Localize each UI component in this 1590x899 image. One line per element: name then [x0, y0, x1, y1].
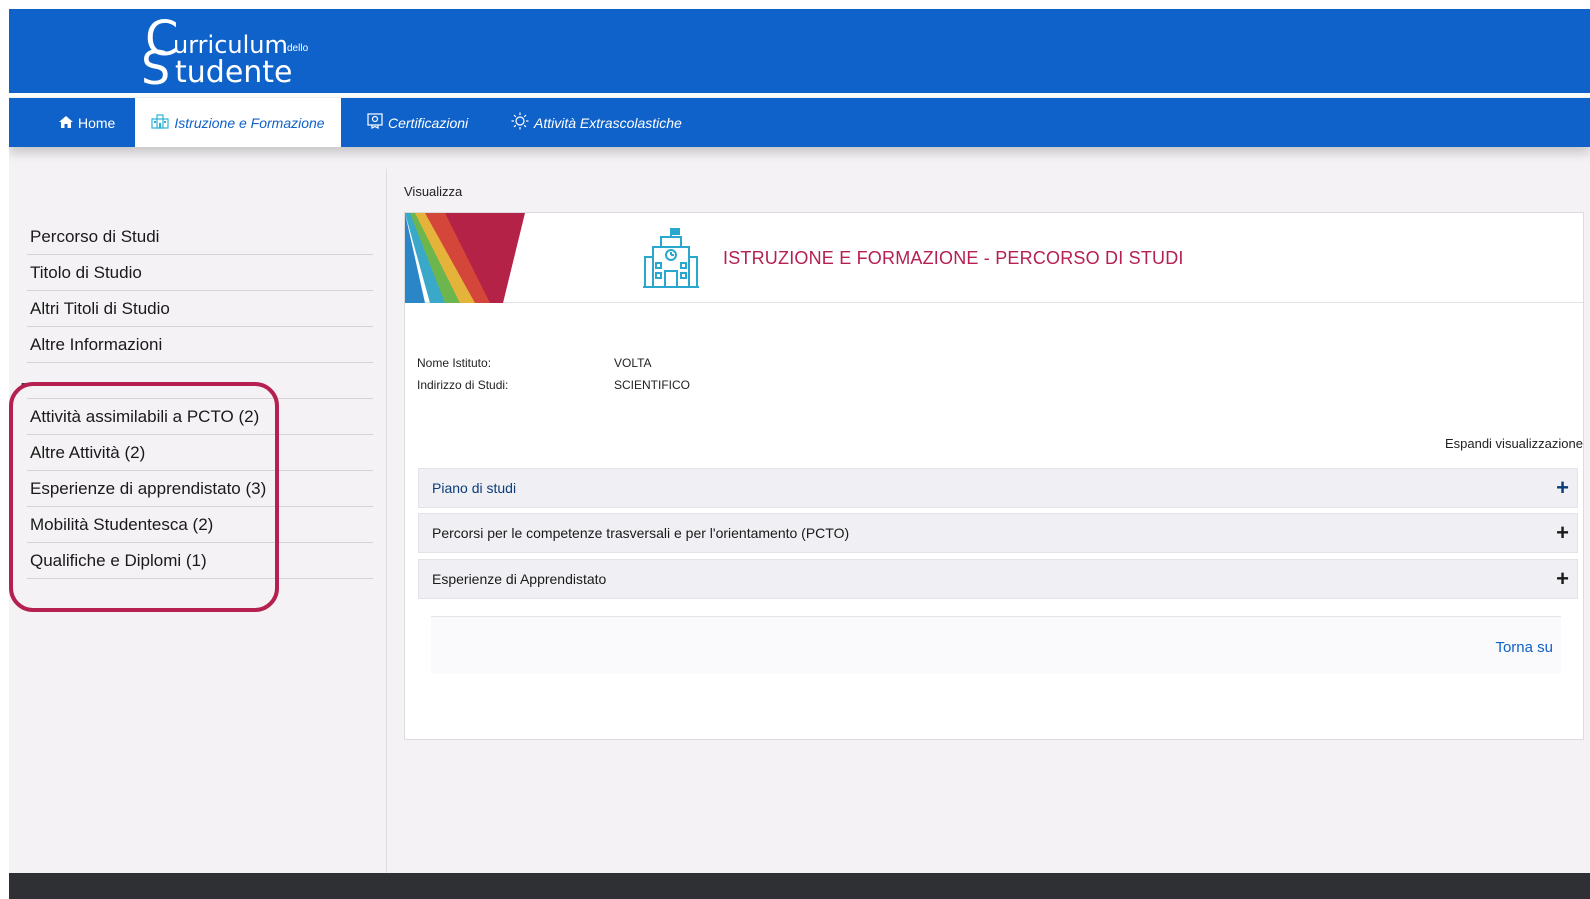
plus-icon[interactable]: +	[1556, 568, 1569, 590]
sidebar-item-altre-attivita[interactable]: Altre Attività (2)	[27, 435, 373, 471]
logo-text-dello: dello	[287, 43, 309, 54]
page-footer	[9, 873, 1590, 899]
main-nav: Home Istruzione e Formazione Certificazi…	[9, 98, 1590, 147]
sidebar-item-percorso-di-studi[interactable]: Percorso di Studi	[27, 219, 373, 255]
sidebar-item-label: Esperienze di apprendistato (3)	[30, 478, 267, 498]
nav-label-certificazioni: Certificazioni	[388, 114, 469, 131]
sidebar-item-label: Altre Informazioni	[30, 334, 163, 354]
sidebar-item-label: Titolo di Studio	[30, 262, 142, 282]
home-icon	[59, 115, 73, 131]
sidebar-item-esperienze-apprendistato[interactable]: Esperienze di apprendistato (3)	[27, 471, 373, 507]
header-divider	[9, 93, 1590, 97]
info-value-nome-istituto: VOLTA	[614, 356, 652, 370]
nav-item-attivita-extrascolastiche[interactable]: Attività Extrascolastiche	[511, 98, 682, 147]
back-to-top-link[interactable]: Torna su	[1495, 639, 1553, 656]
content-panel: ISTRUZIONE E FORMAZIONE - PERCORSO DI ST…	[404, 212, 1584, 740]
nav-label-istruzione-formazione: Istruzione e Formazione	[174, 114, 325, 131]
gear-sun-icon	[511, 112, 529, 133]
sidebar-item-label: Mobilità Studentesca (2)	[30, 514, 214, 534]
sidebar-item-titolo-di-studio[interactable]: Titolo di Studio	[27, 255, 373, 291]
logo-letter-s: S	[141, 41, 171, 95]
sidebar-item-label: Altri Titoli di Studio	[30, 298, 170, 318]
nav-label-home: Home	[78, 114, 116, 131]
accordion-label: Esperienze di Apprendistato	[432, 571, 607, 587]
sidebar-item-label: Percorso di Studi	[30, 226, 160, 246]
sidebar-item-qualifiche-diplomi[interactable]: Qualifiche e Diplomi (1)	[27, 543, 373, 579]
sidebar-item-label: Attività assimilabili a PCTO (2)	[30, 406, 260, 426]
banner-decorative-graphic	[405, 213, 525, 303]
sidebar-item-attivita-pcto[interactable]: Attività assimilabili a PCTO (2)	[27, 399, 373, 435]
sidebar: Percorso di Studi Titolo di Studio Altri…	[9, 169, 387, 874]
logo-text-tudente: tudente	[175, 55, 293, 90]
app-frame: C urriculum dello S tudente Home Istruzi…	[9, 9, 1590, 899]
expand-view-link[interactable]: Espandi visualizzazione	[1445, 436, 1583, 451]
sidebar-item-altri-titoli-di-studio[interactable]: Altri Titoli di Studio	[27, 291, 373, 327]
section-banner: ISTRUZIONE E FORMAZIONE - PERCORSO DI ST…	[405, 213, 1583, 303]
accordion-pcto[interactable]: Percorsi per le competenze trasversali e…	[418, 513, 1578, 553]
sidebar-item-mobilita-studentesca[interactable]: Mobilità Studentesca (2)	[27, 507, 373, 543]
nav-label-attivita-extrascolastiche: Attività Extrascolastiche	[534, 114, 682, 131]
sidebar-item-label: Altre Attività (2)	[30, 442, 146, 462]
top-header: C urriculum dello S tudente	[9, 9, 1590, 93]
back-to-top-row: Torna su	[431, 616, 1561, 674]
accordion-esperienze-apprendistato[interactable]: Esperienze di Apprendistato +	[418, 559, 1578, 599]
plus-icon[interactable]: +	[1556, 477, 1569, 499]
info-value-indirizzo-studi: SCIENTIFICO	[614, 378, 691, 392]
nav-item-certificazioni[interactable]: Certificazioni	[367, 98, 468, 147]
breadcrumb: Visualizza	[404, 184, 463, 199]
sidebar-item-label: Qualifiche e Diplomi (1)	[30, 550, 207, 570]
info-label-indirizzo-studi: Indirizzo di Studi:	[417, 378, 509, 392]
section-title: ISTRUZIONE E FORMAZIONE - PERCORSO DI ST…	[723, 248, 1184, 268]
nav-item-home[interactable]: Home	[59, 98, 115, 147]
info-label-nome-istituto: Nome Istituto:	[417, 356, 492, 370]
accordion-label: Percorsi per le competenze trasversali e…	[432, 525, 850, 541]
certificate-icon	[367, 113, 383, 132]
sidebar-item-altre-informazioni[interactable]: Altre Informazioni	[27, 327, 373, 363]
plus-icon[interactable]: +	[1556, 522, 1569, 544]
accordion-label: Piano di studi	[432, 480, 517, 496]
sidebar-dashed-separator: ------------------------------------	[21, 375, 178, 392]
school-building-icon	[151, 113, 170, 132]
nav-item-istruzione-formazione[interactable]: Istruzione e Formazione	[135, 98, 341, 147]
school-building-icon	[643, 228, 699, 288]
accordion-piano-di-studi[interactable]: Piano di studi +	[418, 468, 1578, 508]
curriculum-studente-logo[interactable]: C urriculum dello S tudente	[141, 15, 331, 91]
